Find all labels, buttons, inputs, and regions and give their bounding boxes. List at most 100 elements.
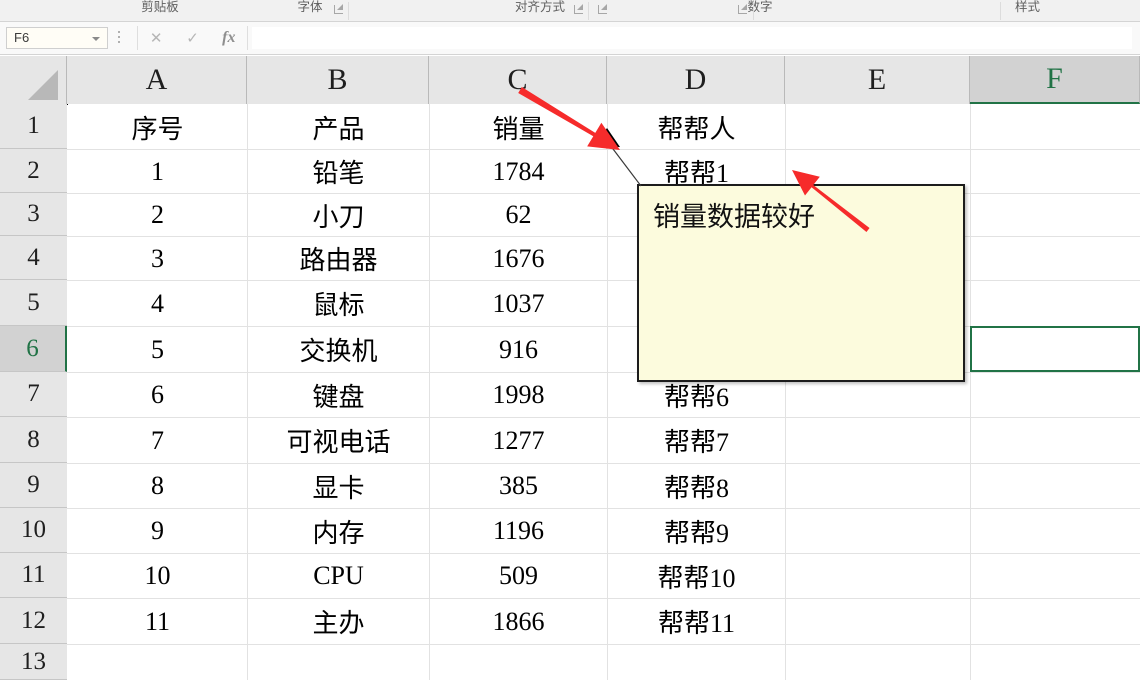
- row-header-13[interactable]: 13: [0, 644, 67, 680]
- gridline-horizontal: [67, 417, 1140, 418]
- cell-value: 销量: [492, 114, 545, 144]
- cell-B2[interactable]: 铅笔: [248, 150, 430, 194]
- row-header-8[interactable]: 8: [0, 417, 67, 463]
- ribbon-group-number[interactable]: 数字: [600, 0, 920, 22]
- cell-B4[interactable]: 路由器: [248, 237, 430, 281]
- cell-C6[interactable]: 916: [430, 327, 608, 373]
- cell-A12[interactable]: 11: [68, 599, 248, 645]
- gridline-horizontal: [67, 236, 1140, 237]
- cell-value: 1866: [492, 606, 545, 636]
- row-header-12[interactable]: 12: [0, 598, 67, 644]
- row-header-9[interactable]: 9: [0, 463, 67, 508]
- column-header-d[interactable]: D: [607, 56, 785, 104]
- selected-cell-f6[interactable]: [970, 326, 1140, 372]
- cell-D11[interactable]: 帮帮10: [608, 554, 786, 599]
- name-box[interactable]: F6: [6, 27, 108, 49]
- comment-box[interactable]: 销量数据较好: [637, 184, 965, 382]
- cell-A6[interactable]: 5: [68, 327, 248, 373]
- cell-A9[interactable]: 8: [68, 464, 248, 509]
- cell-value: 4: [151, 288, 164, 318]
- cell-value: 帮帮人: [657, 114, 736, 144]
- insert-function-icon[interactable]: fx: [214, 27, 244, 49]
- cell-C12[interactable]: 1866: [430, 599, 608, 645]
- cell-C1[interactable]: 销量: [430, 105, 608, 150]
- cell-B8[interactable]: 可视电话: [248, 418, 430, 464]
- row-header-3[interactable]: 3: [0, 193, 67, 236]
- cell-A10[interactable]: 9: [68, 509, 248, 554]
- cell-A11[interactable]: 10: [68, 554, 248, 599]
- cell-value: 6: [151, 380, 164, 409]
- cell-B6[interactable]: 交换机: [248, 327, 430, 373]
- cell-A5[interactable]: 4: [68, 281, 248, 327]
- row-header-7[interactable]: 7: [0, 372, 67, 417]
- cell-grid[interactable]: 序号产品销量帮帮人1铅笔1784帮帮12小刀62帮帮23路由器1676帮帮34鼠…: [67, 104, 1140, 680]
- cell-C8[interactable]: 1277: [430, 418, 608, 464]
- cell-value: 1037: [492, 288, 545, 318]
- cell-A7[interactable]: 6: [68, 373, 248, 418]
- cell-C5[interactable]: 1037: [430, 281, 608, 327]
- cell-B11[interactable]: CPU: [248, 554, 430, 599]
- cell-A8[interactable]: 7: [68, 418, 248, 464]
- cell-value: 帮帮8: [663, 473, 729, 503]
- formula-input[interactable]: [252, 27, 1132, 49]
- cell-A1[interactable]: 序号: [68, 105, 248, 150]
- column-header-label: C: [507, 63, 528, 96]
- chevron-down-icon[interactable]: [92, 37, 100, 41]
- column-header-e[interactable]: E: [785, 56, 970, 104]
- gridline-horizontal: [67, 508, 1140, 509]
- cell-D8[interactable]: 帮帮7: [608, 418, 786, 464]
- cell-value: 916: [499, 334, 538, 364]
- column-header-b[interactable]: B: [247, 56, 429, 104]
- cell-D1[interactable]: 帮帮人: [608, 105, 786, 150]
- cell-C11[interactable]: 509: [430, 554, 608, 599]
- cell-value: 键盘: [312, 382, 365, 412]
- row-header-label: 2: [27, 156, 40, 184]
- cell-A3[interactable]: 2: [68, 194, 248, 237]
- cell-C10[interactable]: 1196: [430, 509, 608, 554]
- cell-B7[interactable]: 键盘: [248, 373, 430, 418]
- column-header-f[interactable]: F: [970, 56, 1140, 104]
- select-all-button[interactable]: [0, 56, 67, 104]
- row-header-10[interactable]: 10: [0, 508, 67, 553]
- cell-B1[interactable]: 产品: [248, 105, 430, 150]
- confirm-icon[interactable]: ✓: [177, 27, 207, 49]
- column-header-a[interactable]: A: [67, 56, 247, 104]
- cell-C4[interactable]: 1676: [430, 237, 608, 281]
- cell-C3[interactable]: 62: [430, 194, 608, 237]
- row-header-6[interactable]: 6: [0, 326, 67, 372]
- cell-B9[interactable]: 显卡: [248, 464, 430, 509]
- cell-A2[interactable]: 1: [68, 150, 248, 194]
- cell-value: 产品: [312, 114, 365, 144]
- row-header-5[interactable]: 5: [0, 280, 67, 326]
- worksheet: ABCDEF 1 2 3 4 5 6 7 8 9 10 11 12 13 序号 产品 销量 帮帮人 1 铅笔 178…: [0, 56, 1140, 680]
- cell-value: 11: [144, 606, 171, 636]
- column-header-label: A: [145, 63, 168, 96]
- cell-B3[interactable]: 小刀: [248, 194, 430, 237]
- row-header-2[interactable]: 2: [0, 149, 67, 193]
- row-header-label: 3: [27, 200, 40, 227]
- cell-B12[interactable]: 主办: [248, 599, 430, 645]
- cell-B5[interactable]: 鼠标: [248, 281, 430, 327]
- cell-B10[interactable]: 内存: [248, 509, 430, 554]
- number-dialog-launcher-icon[interactable]: [737, 4, 748, 15]
- row-header-label: 10: [21, 516, 46, 543]
- cell-D12[interactable]: 帮帮11: [608, 599, 786, 645]
- cell-value: 序号: [131, 114, 184, 144]
- cell-D9[interactable]: 帮帮8: [608, 464, 786, 509]
- cell-C7[interactable]: 1998: [430, 373, 608, 418]
- cell-value: 3: [151, 243, 164, 273]
- row-header-11[interactable]: 11: [0, 553, 67, 598]
- gridline-horizontal: [67, 193, 1140, 194]
- cell-D10[interactable]: 帮帮9: [608, 509, 786, 554]
- row-header-1[interactable]: 1: [0, 104, 67, 149]
- ribbon-group-styles[interactable]: 样式: [920, 0, 1135, 22]
- cell-A4[interactable]: 3: [68, 237, 248, 281]
- cell-C2[interactable]: 1784: [430, 150, 608, 194]
- column-header-c[interactable]: C: [429, 56, 607, 104]
- gridline-horizontal: [67, 553, 1140, 554]
- row-header-4[interactable]: 4: [0, 236, 67, 280]
- cancel-icon[interactable]: ✕: [141, 27, 171, 49]
- cell-value: 1998: [492, 380, 545, 409]
- gridline-vertical: [429, 104, 430, 680]
- cell-C9[interactable]: 385: [430, 464, 608, 509]
